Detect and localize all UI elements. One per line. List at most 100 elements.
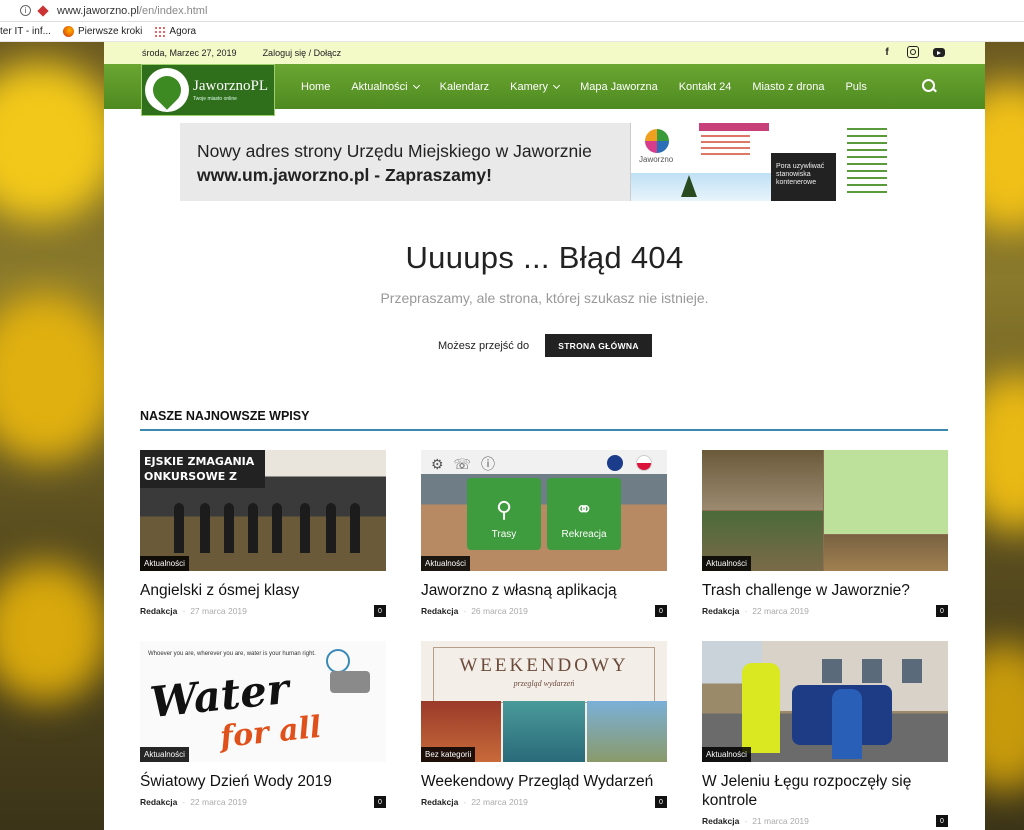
post-author[interactable]: Redakcja [702, 606, 739, 616]
login-link[interactable]: Zaloguj się / Dołącz [263, 48, 342, 58]
instagram-icon[interactable] [907, 46, 919, 58]
chevron-down-icon [412, 81, 420, 89]
post-title[interactable]: Trash challenge w Jaworznie? [702, 581, 948, 600]
post-title[interactable]: Światowy Dzień Wody 2019 [140, 772, 386, 791]
post-author[interactable]: Redakcja [140, 606, 177, 616]
category-badge[interactable]: Aktualności [140, 556, 189, 571]
bookmark-label: Agora [169, 26, 197, 37]
bookmark-2[interactable]: Pierwsze kroki [62, 26, 143, 37]
error-title: Uuuups ... Błąd 404 [405, 240, 684, 275]
post-card[interactable]: Aktualności Trash challenge w Jaworznie?… [702, 450, 948, 618]
url-host: www.jaworzno.pl [57, 4, 139, 17]
category-badge[interactable]: Bez kategorii [421, 747, 476, 762]
category-badge[interactable]: Aktualności [702, 556, 751, 571]
guard-figure [742, 663, 780, 753]
menu-item-puls[interactable]: Puls [845, 81, 866, 93]
menu-item-kontakt[interactable]: Kontakt 24 [679, 81, 732, 93]
bookmark-label: Pierwsze kroki [77, 26, 143, 37]
app-tile-trasy: ⚲ Trasy [467, 478, 541, 550]
preview-logo-text: Jaworzno [639, 155, 674, 164]
thumbnail-sign: EJSKIE ZMAGANIA ONKURSOWE Z [140, 450, 265, 488]
website: środa, Marzec 27, 2019 Zaloguj się / Doł… [104, 42, 985, 830]
menu-label: Kamery [510, 80, 549, 93]
url-path: /en/index.html [138, 4, 208, 17]
app-tile-rekreacja: ⚭ Rekreacja [547, 478, 621, 550]
search-icon[interactable] [922, 79, 936, 93]
tree-icon [681, 175, 697, 197]
banner-website-preview: Jaworzno Pora uzywliwać stanowiska konte… [630, 123, 908, 201]
officer-figure [832, 689, 862, 759]
post-author[interactable]: Redakcja [421, 797, 458, 807]
bookmark-3[interactable]: Agora [154, 26, 196, 37]
menu-item-kalendarz[interactable]: Kalendarz [440, 81, 490, 93]
site-logo[interactable]: JaworznoPL Twoje miasto online [141, 64, 275, 116]
post-thumbnail[interactable]: Aktualności [702, 450, 948, 571]
post-title[interactable]: W Jeleniu Łęgu rozpoczęły się kontrole [702, 772, 948, 810]
banner-line-2: www.um.jaworzno.pl - Zapraszamy! [197, 165, 492, 185]
post-author[interactable]: Redakcja [702, 816, 739, 826]
bicycle-icon: ⚭ [574, 497, 594, 522]
error-go-text: Możesz przejść do [438, 340, 530, 352]
comment-count[interactable]: 0 [655, 605, 667, 617]
menu-label: Puls [845, 80, 867, 93]
preview-caption: Pora uzywliwać stanowiska kontenerowe [771, 153, 836, 201]
post-thumbnail[interactable]: EJSKIE ZMAGANIA ONKURSOWE Z Aktualności [140, 450, 386, 571]
comment-count[interactable]: 0 [936, 605, 948, 617]
post-thumbnail[interactable]: WEEKENDOWY przegląd wydarzeń Bez kategor… [421, 641, 667, 762]
chevron-down-icon [553, 81, 561, 89]
menu-item-drona[interactable]: Miasto z drona [752, 81, 824, 93]
post-date: 22 marca 2019 [471, 797, 528, 807]
post-card[interactable]: ⚙☏ⓘ ⚲ Trasy ⚭ Rekreacja Aktualności Jaworz… [421, 450, 667, 618]
post-author[interactable]: Redakcja [421, 606, 458, 616]
bookmark-1[interactable]: ter IT - inf... [0, 26, 51, 37]
water-tap-icon [330, 671, 370, 693]
section-title: NASZE NAJNOWSZE WPISY [140, 409, 310, 423]
post-author[interactable]: Redakcja [140, 797, 177, 807]
menu-item-mapa[interactable]: Mapa Jaworzna [580, 81, 658, 93]
info-icon[interactable]: i [20, 5, 31, 16]
comment-count[interactable]: 0 [374, 605, 386, 617]
post-card[interactable]: WEEKENDOWY przegląd wydarzeń Bez kategor… [421, 641, 667, 809]
post-card[interactable]: Aktualności W Jeleniu Łęgu rozpoczęły si… [702, 641, 948, 828]
youtube-icon[interactable] [933, 48, 945, 57]
thumbnail-weekendowy-text: WEEKENDOWY [459, 655, 629, 676]
menu-item-aktualnosci[interactable]: Aktualności [351, 80, 420, 93]
post-thumbnail[interactable]: Aktualności [702, 641, 948, 762]
bookmark-label: ter IT - inf... [0, 26, 51, 37]
category-badge[interactable]: Aktualności [140, 747, 189, 762]
bookmarks-bar: ter IT - inf... Pierwsze kroki Agora [0, 22, 1024, 42]
menu-item-kamery[interactable]: Kamery [510, 80, 561, 93]
menu-item-home[interactable]: Home [301, 81, 330, 93]
comment-count[interactable]: 0 [936, 815, 948, 827]
announcement-banner[interactable]: Nowy adres strony Urzędu Miejskiego w Ja… [180, 123, 908, 201]
leaf-icon [147, 70, 187, 110]
post-title[interactable]: Weekendowy Przegląd Wydarzeń [421, 772, 667, 791]
app-toolbar-icons: ⚙☏ⓘ [431, 456, 506, 472]
banner-line-1: Nowy adres strony Urzędu Miejskiego w Ja… [197, 141, 592, 161]
comment-count[interactable]: 0 [655, 796, 667, 808]
social-links: f [881, 46, 945, 58]
post-card[interactable]: EJSKIE ZMAGANIA ONKURSOWE Z Aktualności … [140, 450, 386, 618]
post-thumbnail[interactable]: Whoever you are, wherever you are, water… [140, 641, 386, 762]
menu-label: Aktualności [351, 80, 408, 93]
pl-flag-icon [636, 455, 652, 471]
home-button[interactable]: STRONA GŁÓWNA [545, 334, 652, 357]
address-bar[interactable]: i www.jaworzno.pl/en/index.html [0, 0, 1024, 22]
menu-label: Kalendarz [439, 80, 490, 93]
post-card[interactable]: Whoever you are, wherever you are, water… [140, 641, 386, 809]
tile-label: Trasy [491, 529, 517, 540]
route-icon: ⚲ [495, 497, 513, 522]
insecure-content-icon[interactable] [37, 5, 49, 17]
world-water-day-icon [326, 649, 350, 673]
comment-count[interactable]: 0 [374, 796, 386, 808]
agora-icon [154, 26, 166, 37]
current-date: środa, Marzec 27, 2019 [142, 48, 237, 58]
post-title[interactable]: Jaworzno z własną aplikacją [421, 581, 667, 600]
post-title[interactable]: Angielski z ósmej klasy [140, 581, 386, 600]
category-badge[interactable]: Aktualności [421, 556, 470, 571]
post-thumbnail[interactable]: ⚙☏ⓘ ⚲ Trasy ⚭ Rekreacja Aktualności [421, 450, 667, 571]
category-badge[interactable]: Aktualności [702, 747, 751, 762]
menu-label: Miasto z drona [752, 80, 825, 93]
facebook-icon[interactable]: f [881, 46, 893, 58]
tile-label: Rekreacja [561, 529, 607, 540]
